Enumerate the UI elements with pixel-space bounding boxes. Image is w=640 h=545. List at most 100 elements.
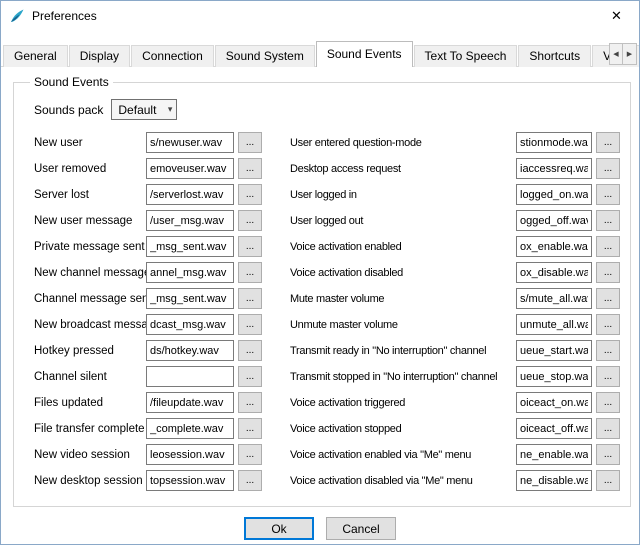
sound-file-input[interactable]: [516, 418, 592, 439]
sound-event-label: Voice activation disabled via "Me" menu: [290, 475, 516, 487]
sound-event-row: Unmute master volume ...: [290, 314, 620, 335]
sound-file-input[interactable]: [516, 340, 592, 361]
browse-button[interactable]: ...: [596, 262, 620, 283]
sound-file-input[interactable]: [146, 366, 234, 387]
tab-label: General: [14, 49, 57, 63]
browse-button[interactable]: ...: [596, 366, 620, 387]
sound-file-input[interactable]: [146, 132, 234, 153]
sound-file-input[interactable]: [146, 314, 234, 335]
sound-event-label: Voice activation enabled: [290, 241, 516, 253]
tab-scroll: ◀ ▶: [609, 43, 637, 65]
sound-file-input[interactable]: [146, 288, 234, 309]
sound-event-row: New user ...: [34, 132, 278, 153]
browse-button[interactable]: ...: [596, 158, 620, 179]
sound-file-input[interactable]: [516, 132, 592, 153]
browse-button[interactable]: ...: [596, 444, 620, 465]
browse-button[interactable]: ...: [238, 262, 262, 283]
browse-button[interactable]: ...: [238, 210, 262, 231]
sound-event-row: Private message sent ...: [34, 236, 278, 257]
sound-event-row: New desktop session ...: [34, 470, 278, 491]
browse-button[interactable]: ...: [596, 418, 620, 439]
sound-file-input[interactable]: [146, 184, 234, 205]
browse-button[interactable]: ...: [238, 392, 262, 413]
browse-button[interactable]: ...: [238, 288, 262, 309]
browse-button[interactable]: ...: [238, 366, 262, 387]
sound-file-input[interactable]: [516, 444, 592, 465]
sound-event-label: Mute master volume: [290, 293, 516, 305]
tab-text-to-speech[interactable]: Text To Speech: [414, 45, 518, 67]
sound-event-label: User logged out: [290, 215, 516, 227]
sound-file-input[interactable]: [516, 470, 592, 491]
sound-file-input[interactable]: [146, 392, 234, 413]
sound-event-label: User logged in: [290, 189, 516, 201]
browse-button[interactable]: ...: [238, 314, 262, 335]
sound-file-input[interactable]: [516, 288, 592, 309]
browse-button[interactable]: ...: [238, 340, 262, 361]
tab-label: Text To Speech: [425, 49, 507, 63]
sound-event-row: Voice activation disabled via "Me" menu …: [290, 470, 620, 491]
browse-button[interactable]: ...: [238, 132, 262, 153]
browse-button[interactable]: ...: [596, 132, 620, 153]
close-icon[interactable]: ✕: [594, 1, 639, 31]
browse-button[interactable]: ...: [238, 158, 262, 179]
sound-file-input[interactable]: [146, 158, 234, 179]
sound-file-input[interactable]: [516, 236, 592, 257]
tab-connection[interactable]: Connection: [131, 45, 214, 67]
browse-button[interactable]: ...: [596, 470, 620, 491]
tab-scroll-left-icon[interactable]: ◀: [609, 43, 623, 65]
sound-file-input[interactable]: [146, 340, 234, 361]
sound-event-row: New broadcast message ...: [34, 314, 278, 335]
sound-event-label: Files updated: [34, 397, 146, 409]
cancel-button[interactable]: Cancel: [326, 517, 396, 540]
sound-event-row: Server lost ...: [34, 184, 278, 205]
tab-sound-events[interactable]: Sound Events: [316, 41, 413, 67]
browse-button[interactable]: ...: [238, 184, 262, 205]
sound-event-label: User removed: [34, 163, 146, 175]
ok-button[interactable]: Ok: [244, 517, 314, 540]
browse-button[interactable]: ...: [596, 210, 620, 231]
tab-scroll-right-icon[interactable]: ▶: [623, 43, 637, 65]
browse-button[interactable]: ...: [238, 236, 262, 257]
sounds-pack-value: Default: [118, 103, 156, 117]
tab-general[interactable]: General: [3, 45, 68, 67]
sound-event-row: Channel silent ...: [34, 366, 278, 387]
sound-file-input[interactable]: [516, 314, 592, 335]
sound-file-input[interactable]: [146, 210, 234, 231]
tab-display[interactable]: Display: [69, 45, 130, 67]
browse-button[interactable]: ...: [238, 444, 262, 465]
sound-file-input[interactable]: [146, 236, 234, 257]
sound-file-input[interactable]: [146, 262, 234, 283]
browse-button[interactable]: ...: [238, 418, 262, 439]
sound-file-input[interactable]: [516, 184, 592, 205]
tab-sound-system[interactable]: Sound System: [215, 45, 315, 67]
sounds-pack-select[interactable]: Default ▾: [111, 99, 177, 120]
window-title: Preferences: [32, 9, 97, 23]
tab-label: Display: [80, 49, 119, 63]
sound-event-label: Voice activation stopped: [290, 423, 516, 435]
browse-button[interactable]: ...: [596, 340, 620, 361]
sound-file-input[interactable]: [146, 418, 234, 439]
sound-file-input[interactable]: [146, 444, 234, 465]
sound-file-input[interactable]: [516, 158, 592, 179]
browse-button[interactable]: ...: [596, 314, 620, 335]
content-area: Sound Events Sounds pack Default ▾ New u…: [1, 67, 639, 544]
sound-event-row: New video session ...: [34, 444, 278, 465]
browse-button[interactable]: ...: [596, 184, 620, 205]
browse-button[interactable]: ...: [596, 392, 620, 413]
sound-events-group: Sound Events Sounds pack Default ▾ New u…: [13, 75, 631, 507]
sound-file-input[interactable]: [516, 262, 592, 283]
sound-event-label: User entered question-mode: [290, 137, 516, 149]
browse-button[interactable]: ...: [596, 236, 620, 257]
sound-file-input[interactable]: [516, 210, 592, 231]
sound-file-input[interactable]: [516, 366, 592, 387]
browse-button[interactable]: ...: [596, 288, 620, 309]
sound-event-label: Desktop access request: [290, 163, 516, 175]
sound-event-label: Voice activation enabled via "Me" menu: [290, 449, 516, 461]
tab-shortcuts[interactable]: Shortcuts: [518, 45, 591, 67]
sound-file-input[interactable]: [146, 470, 234, 491]
sound-file-input[interactable]: [516, 392, 592, 413]
browse-button[interactable]: ...: [238, 470, 262, 491]
sound-event-label: Channel silent: [34, 371, 146, 383]
sound-event-row: Hotkey pressed ...: [34, 340, 278, 361]
preferences-window: Preferences ✕ General Display Connection…: [0, 0, 640, 545]
